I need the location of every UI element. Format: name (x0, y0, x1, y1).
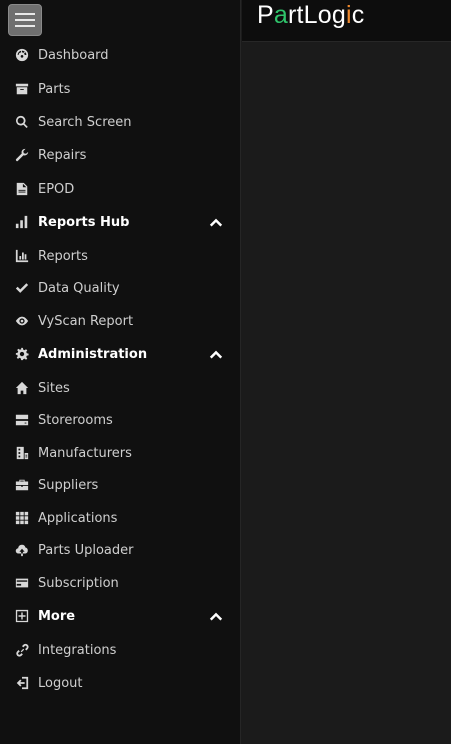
logo-letter: P (257, 1, 274, 29)
sidebar-item-label: VyScan Report (38, 313, 134, 329)
sidebar-item-label: Search Screen (38, 114, 132, 130)
chevron-up-icon[interactable] (209, 609, 223, 623)
sidebar-item-label: Sites (38, 380, 70, 396)
sidebar-item-label: Applications (38, 510, 118, 526)
chevron-up-icon[interactable] (209, 347, 223, 361)
sidebar-item-label: Administration (38, 346, 148, 362)
sidebar-item-label: Parts (38, 81, 71, 97)
check-icon (14, 280, 30, 296)
credit-card-icon (14, 575, 30, 591)
sidebar-item-label: Parts Uploader (38, 542, 134, 558)
sidebar-item-label: Dashboard (38, 47, 109, 63)
box-icon (14, 81, 30, 97)
link-icon (14, 642, 30, 658)
sidebar-item-epod[interactable]: EPOD (0, 175, 240, 203)
sidebar-item-parts[interactable]: Parts (0, 75, 240, 103)
home-icon (14, 380, 30, 396)
sidebar-item-label: Integrations (38, 642, 117, 658)
sidebar-item-label: Repairs (38, 147, 87, 163)
eye-icon (14, 313, 30, 329)
sidebar-group-administration[interactable]: Administration (0, 340, 240, 368)
logo-letter: c (351, 1, 365, 29)
sidebar-item-integrations[interactable]: Integrations (0, 636, 240, 664)
sidebar-item-manufacturers[interactable]: Manufacturers (0, 439, 240, 467)
logo-letter-green: a (273, 1, 288, 29)
sidebar-item-label: More (38, 608, 76, 624)
partlogic-logo[interactable]: PartLogic (257, 1, 364, 30)
report-chart-icon (14, 248, 30, 264)
sidebar-group-reports-hub[interactable]: Reports Hub (0, 208, 240, 236)
bar-chart-icon (14, 214, 30, 230)
sidebar-item-label: Suppliers (38, 477, 99, 493)
sidebar-item-label: Manufacturers (38, 445, 132, 461)
sidebar-item-dashboard[interactable]: Dashboard (0, 41, 240, 69)
hamburger-menu-button[interactable] (8, 4, 42, 36)
storage-icon (14, 412, 30, 428)
sidebar-item-label: Logout (38, 675, 83, 691)
sidebar-item-logout[interactable]: Logout (0, 669, 240, 697)
sidebar-item-reports[interactable]: Reports (0, 242, 240, 270)
sidebar-item-label: Reports (38, 248, 88, 264)
main-content (242, 43, 451, 744)
top-bar: PartLogic (242, 0, 451, 42)
sidebar-item-search-screen[interactable]: Search Screen (0, 108, 240, 136)
cloud-upload-icon (14, 542, 30, 558)
sidebar-item-vyscan-report[interactable]: VyScan Report (0, 307, 240, 335)
hamburger-line (15, 25, 35, 27)
sidebar-group-more[interactable]: More (0, 602, 240, 630)
sidebar: Dashboard Parts Search Screen Repairs EP (0, 0, 241, 744)
hamburger-line (15, 19, 35, 21)
sidebar-item-storerooms[interactable]: Storerooms (0, 406, 240, 434)
sidebar-item-label: Subscription (38, 575, 119, 591)
sidebar-item-label: EPOD (38, 181, 75, 197)
document-icon (14, 181, 30, 197)
sidebar-item-label: Reports Hub (38, 214, 130, 230)
logo-text: rtLog (287, 1, 346, 29)
grid-icon (14, 510, 30, 526)
sidebar-item-sites[interactable]: Sites (0, 374, 240, 402)
wrench-icon (14, 147, 30, 163)
sidebar-item-label: Storerooms (38, 412, 113, 428)
sidebar-item-data-quality[interactable]: Data Quality (0, 274, 240, 302)
sidebar-item-subscription[interactable]: Subscription (0, 569, 240, 597)
sidebar-item-repairs[interactable]: Repairs (0, 141, 240, 169)
briefcase-icon (14, 477, 30, 493)
sidebar-item-parts-uploader[interactable]: Parts Uploader (0, 536, 240, 564)
sidebar-item-applications[interactable]: Applications (0, 504, 240, 532)
chevron-up-icon[interactable] (209, 215, 223, 229)
search-icon (14, 114, 30, 130)
hamburger-line (15, 13, 35, 15)
gear-icon (14, 346, 30, 362)
plus-square-icon (14, 608, 30, 624)
dashboard-icon (14, 47, 30, 63)
logout-icon (14, 675, 30, 691)
sidebar-item-label: Data Quality (38, 280, 120, 296)
factory-icon (14, 445, 30, 461)
sidebar-item-suppliers[interactable]: Suppliers (0, 471, 240, 499)
